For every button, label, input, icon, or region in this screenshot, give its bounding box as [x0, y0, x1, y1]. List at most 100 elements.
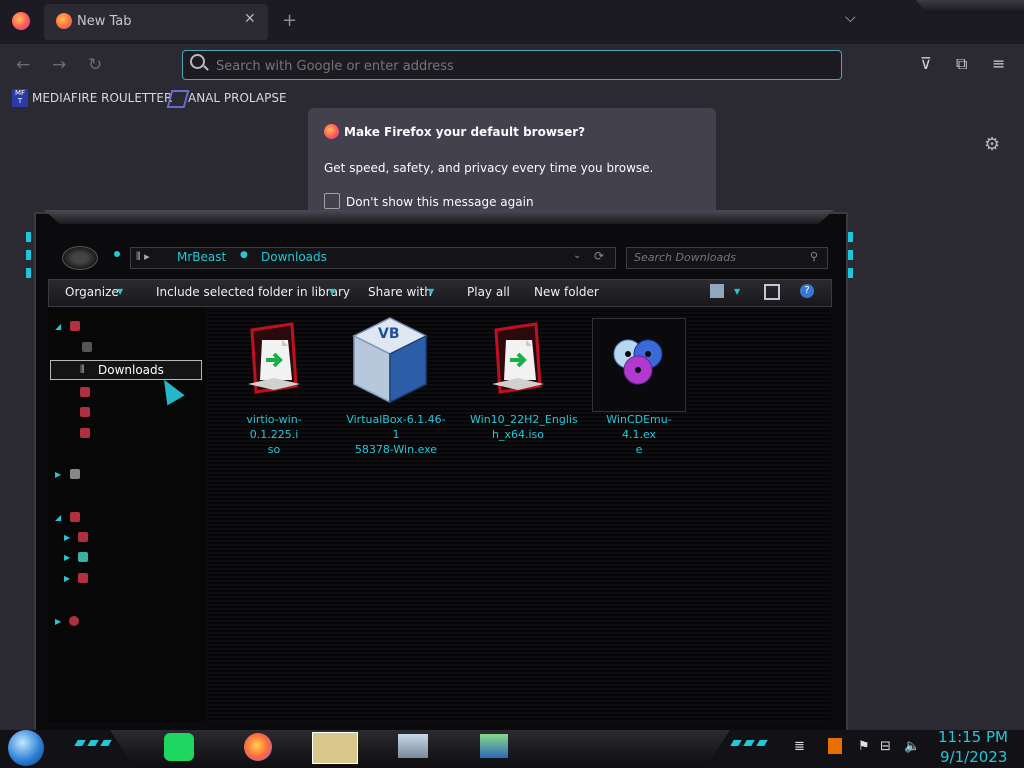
drive-icon[interactable] [78, 552, 88, 562]
breadcrumb-downloads[interactable]: Downloads [261, 250, 327, 264]
file-name: virtio-win-0.1.225.i [246, 413, 302, 441]
action-center-flag-icon[interactable]: ⚑ [858, 739, 870, 754]
folder-icon: ⫴ ▸ [136, 250, 150, 263]
popup-body: Get speed, safety, and privacy every tim… [324, 161, 654, 175]
clock-date[interactable]: 9/1/2023 [940, 748, 1007, 766]
tree-expand-icon[interactable]: ▶ [55, 617, 61, 626]
breadcrumb-mrbeast[interactable]: MrBeast [177, 250, 226, 264]
bookmark-2[interactable]: ANAL PROLAPSE [188, 91, 287, 105]
extensions-icon[interactable]: ⧉ [956, 54, 967, 74]
resource-monitor-icon[interactable] [398, 734, 428, 758]
chevron-down-icon[interactable]: ▼ [734, 287, 740, 296]
tab-title: New Tab [77, 14, 132, 29]
pocket-icon[interactable]: ⊽ [920, 54, 932, 73]
frame-accent [848, 232, 853, 242]
dont-show-checkbox[interactable] [324, 193, 340, 209]
nav-item-downloads-label: Downloads [98, 363, 164, 377]
tree-expand-icon[interactable]: ▶ [64, 553, 70, 562]
favorites-icon [70, 321, 80, 331]
preview-pane-icon[interactable] [764, 284, 780, 300]
tree-expand-icon[interactable]: ◢ [55, 322, 61, 331]
share-with-button[interactable]: Share with [368, 285, 432, 299]
search-icon[interactable]: ⚲ [810, 250, 818, 263]
network-status-icon[interactable]: ⊟ [880, 739, 891, 754]
file-name: 58378-Win.exe [354, 443, 438, 456]
file-name: VirtualBox-6.1.46-1 [346, 413, 446, 441]
dont-show-label[interactable]: Don't show this message again [346, 195, 534, 209]
computer-icon[interactable] [70, 512, 80, 522]
new-tab-button[interactable]: + [282, 10, 297, 31]
frame-accent [848, 250, 853, 260]
homegroup-icon[interactable] [70, 469, 80, 479]
popup-title: Make Firefox your default browser? [344, 125, 586, 139]
nav-dot-icon [114, 251, 120, 257]
bookmark-mediafire[interactable]: MEDIAFIRE ROULETTER [32, 91, 172, 105]
show-hidden-icons-icon[interactable]: ≣ [794, 739, 805, 754]
firefox-icon[interactable] [244, 733, 272, 761]
address-input[interactable] [214, 55, 818, 77]
svg-text:VB: VB [378, 326, 400, 342]
file-item[interactable]: VB VirtualBox-6.1.46-1 58378-Win.exe [344, 312, 448, 456]
drive-icon[interactable] [78, 573, 88, 583]
gear-icon[interactable]: ⚙ [984, 134, 1000, 155]
iso-file-icon [248, 322, 300, 394]
reload-icon[interactable]: ↻ [88, 55, 102, 75]
play-all-button[interactable]: Play all [467, 285, 510, 299]
wincdemu-icon [613, 339, 663, 385]
spotify-icon[interactable] [164, 733, 194, 761]
java-icon[interactable] [828, 738, 842, 754]
network-app-icon[interactable] [480, 734, 508, 758]
chevron-down-icon[interactable]: ⌄ [573, 250, 581, 261]
firefox-icon [56, 13, 72, 29]
network-icon[interactable] [69, 616, 79, 626]
start-button[interactable] [8, 730, 44, 766]
chevron-down-icon[interactable]: ▼ [117, 287, 123, 296]
help-icon[interactable]: ? [800, 284, 814, 298]
frame-accent [26, 250, 31, 260]
back-arrow-icon[interactable]: ← [16, 55, 30, 75]
chevron-down-icon[interactable]: ▼ [329, 287, 335, 296]
mediafire-favicon-icon: MF T [12, 89, 28, 107]
folder-icon[interactable] [80, 407, 90, 417]
file-item[interactable]: WinCDEmu-4.1.ex e [592, 318, 686, 456]
volume-icon[interactable]: 🔈 [904, 739, 920, 754]
folder-icon[interactable] [80, 387, 90, 397]
file-item[interactable]: virtio-win-0.1.225.i so [228, 318, 320, 456]
downloads-folder-icon: ⫴ [80, 363, 85, 376]
firefox-view-icon[interactable] [12, 12, 30, 30]
tree-expand-icon[interactable]: ▶ [64, 574, 70, 583]
tree-expand-icon[interactable]: ▶ [55, 470, 61, 479]
forward-arrow-icon[interactable]: → [52, 55, 66, 75]
organize-button[interactable]: Organize [65, 285, 119, 299]
file-name: e [635, 443, 643, 456]
menu-icon[interactable]: ≡ [992, 54, 1005, 73]
drive-icon[interactable] [78, 532, 88, 542]
clock-time[interactable]: 11:15 PM [938, 728, 1008, 746]
file-name: so [267, 443, 281, 456]
new-folder-button[interactable]: New folder [534, 285, 599, 299]
back-forward-orb-icon[interactable] [62, 246, 98, 270]
virtualbox-icon: VB [352, 317, 428, 404]
chevron-down-icon[interactable]: ⌵ [845, 10, 856, 26]
frame-accent [26, 268, 31, 278]
theme-decoration [916, 0, 1024, 14]
file-name: Win10_22H2_Englis [470, 413, 578, 426]
tree-expand-icon[interactable]: ▶ [64, 533, 70, 542]
file-name: h_x64.iso [492, 428, 544, 441]
search-downloads-input[interactable] [632, 250, 806, 265]
file-name: WinCDEmu-4.1.ex [606, 413, 672, 441]
folder-icon[interactable] [80, 428, 90, 438]
include-in-library-button[interactable]: Include selected folder in library [156, 285, 350, 299]
frame-accent [848, 268, 853, 278]
close-tab-icon[interactable]: ✕ [244, 11, 256, 27]
explorer-icon[interactable] [312, 732, 358, 764]
file-item[interactable]: Win10_22H2_Englis h_x64.iso [470, 318, 578, 444]
chevron-down-icon[interactable]: ▼ [428, 287, 434, 296]
frame-accent [26, 232, 31, 242]
refresh-icon[interactable]: ⟳ [594, 249, 604, 263]
iso-file-icon [492, 322, 544, 394]
tree-expand-icon[interactable]: ◢ [55, 513, 61, 522]
window-frame-top [44, 210, 834, 224]
breadcrumb-separator-icon[interactable]: ● [240, 250, 248, 260]
view-options-icon[interactable] [710, 284, 724, 298]
